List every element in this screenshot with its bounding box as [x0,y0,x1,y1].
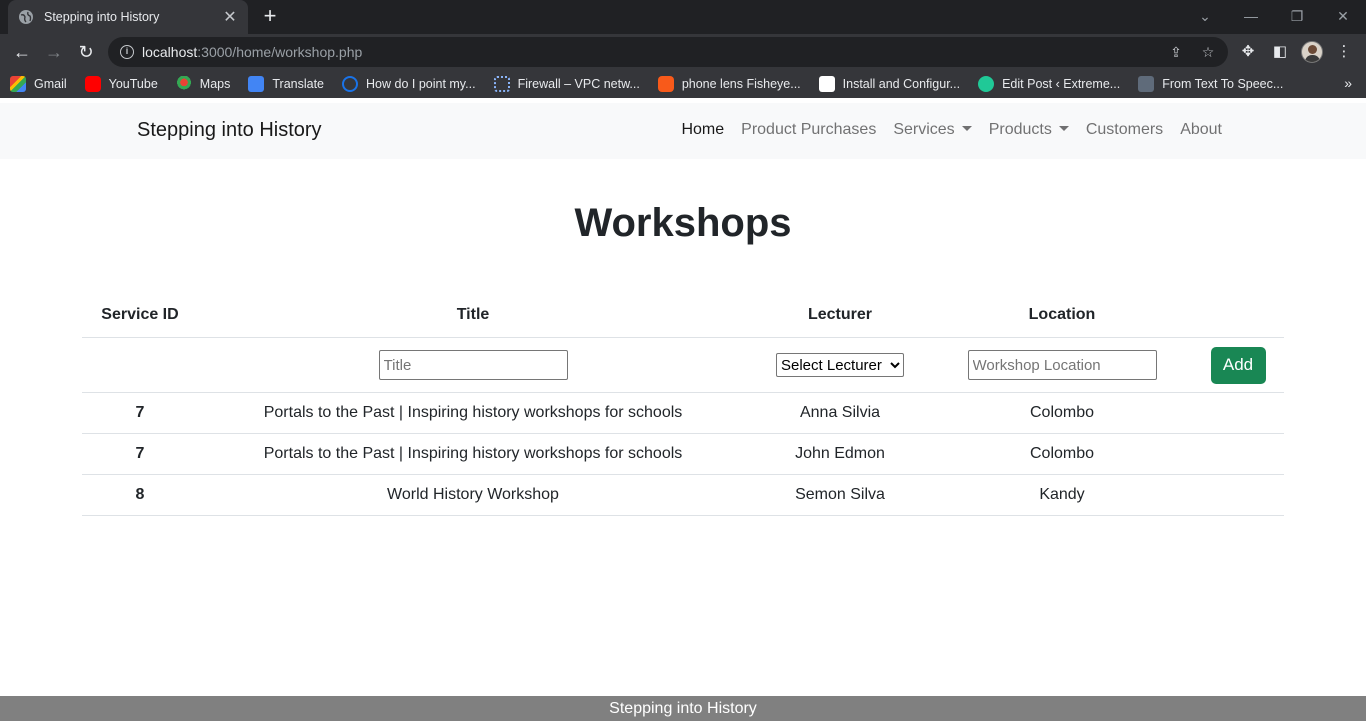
service-id-cell: 8 [135,486,145,503]
avatar[interactable] [1301,41,1323,63]
info-icon[interactable]: i [120,45,134,59]
browser-toolbar: ← → ↻ i localhost:3000/home/workshop.php… [0,34,1366,70]
back-icon[interactable]: ← [10,40,34,64]
title-cell [198,350,748,380]
lecturer-cell: Semon Silva [795,486,885,503]
maps-icon [175,76,192,92]
nav-link-product-purchases[interactable]: Product Purchases [741,121,876,139]
url-host: localhost [142,44,198,60]
chevron-down-icon[interactable]: ⌄ [1191,4,1219,28]
table-row: 7 Portals to the Past | Inspiring histor… [82,393,1284,434]
action-cell: Add [1192,346,1284,384]
bookmark-item[interactable]: From Text To Speec... [1138,76,1283,92]
nav-link-customers[interactable]: Customers [1086,121,1163,139]
browser-tabstrip: Stepping into History ✕ + ⌄ — ❐ ✕ [0,0,1366,34]
bookmark-item[interactable]: Gmail [10,76,67,92]
lecturer-cell: John Edmon [795,445,885,462]
chevron-right-icon[interactable]: » [1344,75,1352,91]
bookmark-star-icon[interactable]: ☆ [1200,44,1216,60]
title-cell: World History Workshop [387,486,559,503]
title-cell: Portals to the Past | Inspiring history … [263,445,683,462]
site-brand[interactable]: Stepping into History [137,119,322,142]
minimize-icon[interactable]: — [1237,4,1265,28]
bookmark-item[interactable]: How do I point my... [342,76,476,92]
add-workshop-form-row: Select Lecturer Add [82,338,1284,393]
location-cell: Colombo [1029,445,1095,462]
title-input[interactable] [378,350,568,380]
bookmarks-bar: Gmail YouTube Maps Translate How do I po… [0,70,1366,98]
tab-title: Stepping into History [44,10,160,24]
table-header-row: Service ID Title Lecturer Location [82,293,1284,338]
cloud-icon [493,76,510,92]
extensions-icon[interactable]: ✥ [1238,42,1258,62]
add-button[interactable]: Add [1210,346,1266,384]
location-input[interactable] [967,350,1157,380]
restore-icon[interactable]: ❐ [1283,4,1311,28]
bookmark-item[interactable]: Edit Post ‹ Extreme... [978,76,1120,92]
table-row: 8 World History Workshop Semon Silva Kan… [82,475,1284,516]
nav-dropdown-products[interactable]: Products [989,121,1069,139]
caret-down-icon [961,126,972,131]
bookmark-item[interactable]: Firewall – VPC netw... [493,76,640,92]
globe-icon [19,10,33,24]
column-header: Lecturer [807,306,873,323]
nav-links: Home Product Purchases Services Products… [664,121,1222,139]
ew-icon [978,76,995,92]
gmail-icon [10,76,26,92]
reload-icon[interactable]: ↻ [74,40,98,64]
location-cell: Colombo [1029,404,1095,421]
nav-link-about[interactable]: About [1180,121,1222,139]
lecturer-select[interactable]: Select Lecturer [776,353,904,377]
bookmark-item[interactable]: Install and Configur... [818,76,960,92]
lecturer-cell: Anna Silvia [799,404,881,421]
translate-icon [248,76,265,92]
browser-tab[interactable]: Stepping into History ✕ [8,0,248,34]
site-navbar: Stepping into History Home Product Purch… [0,103,1366,159]
question-icon [342,76,359,92]
bookmark-item[interactable]: phone lens Fisheye... [657,76,801,92]
column-header: Location [1028,306,1096,323]
location-cell [932,350,1192,380]
nav-dropdown-services[interactable]: Services [893,121,972,139]
share-icon[interactable]: ⇪ [1168,44,1184,60]
title-cell: Portals to the Past | Inspiring history … [263,404,683,421]
lecturer-cell: Select Lecturer [748,353,932,377]
workshops-table: Service ID Title Lecturer Location Selec… [82,293,1284,516]
bookmark-item[interactable]: YouTube [84,76,158,92]
bookmark-item[interactable]: Translate [248,76,324,92]
shop-icon [657,76,674,92]
forward-icon[interactable]: → [42,40,66,64]
caret-down-icon [1058,126,1069,131]
close-window-icon[interactable]: ✕ [1329,4,1357,28]
column-header: Title [456,306,490,323]
youtube-icon [84,76,101,92]
page-footer: Stepping into History [0,696,1366,721]
bookmark-item[interactable]: Maps [175,76,230,92]
menu-icon[interactable]: ⋮ [1334,42,1354,62]
column-header: Service ID [101,306,179,323]
nav-link-home[interactable]: Home [681,121,724,139]
speech-icon [1138,76,1155,92]
url-path: :3000/home/workshop.php [197,44,363,60]
table-row: 7 Portals to the Past | Inspiring histor… [82,434,1284,475]
service-id-cell: 7 [135,445,145,462]
ut-icon [818,76,835,92]
close-tab-icon[interactable]: ✕ [222,7,238,27]
side-panel-icon[interactable]: ◧ [1270,42,1290,62]
service-id-cell: 7 [135,404,145,421]
address-bar[interactable]: i localhost:3000/home/workshop.php ⇪ ☆ [108,37,1228,67]
page-content: Stepping into History Home Product Purch… [0,103,1366,721]
new-tab-icon[interactable]: + [258,5,282,29]
page-title: Workshops [574,201,792,245]
location-cell: Kandy [1039,486,1085,503]
